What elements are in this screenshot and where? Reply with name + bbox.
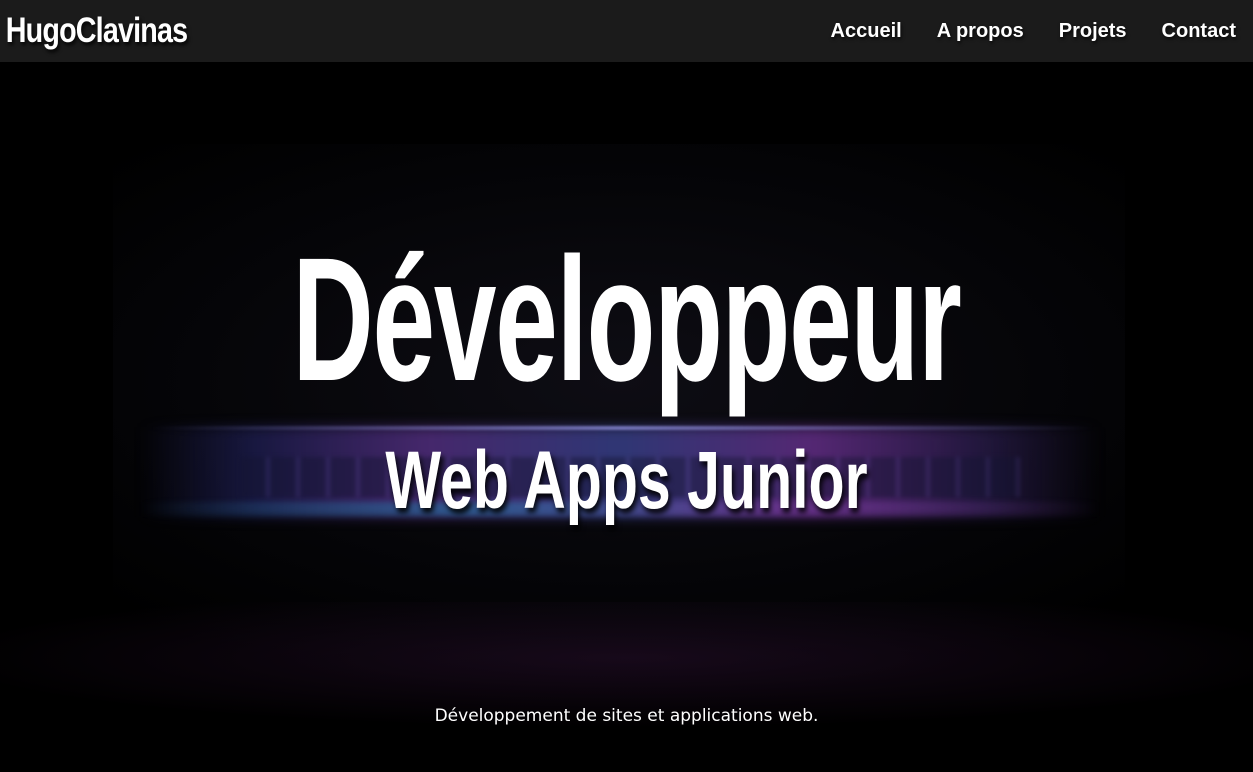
- hero-tagline: Développement de sites et applications w…: [434, 706, 819, 726]
- hero-subtitle: Web Apps Junior: [385, 435, 868, 526]
- nav-link-contact[interactable]: Contact: [1162, 20, 1236, 43]
- nav-links: Accueil A propos Projets Contact: [796, 20, 1253, 43]
- nav-link-accueil[interactable]: Accueil: [831, 20, 902, 43]
- hero-title: Développeur: [292, 222, 961, 418]
- nav-link-a-propos[interactable]: A propos: [937, 20, 1024, 43]
- nav-link-projets[interactable]: Projets: [1059, 20, 1127, 43]
- brand-logo-link[interactable]: HugoClavinas: [0, 11, 188, 51]
- top-navbar: HugoClavinas Accueil A propos Projets Co…: [0, 0, 1253, 62]
- laptop-edge: [150, 426, 1095, 430]
- hero-section: Développeur Web Apps Junior Développemen…: [0, 62, 1253, 772]
